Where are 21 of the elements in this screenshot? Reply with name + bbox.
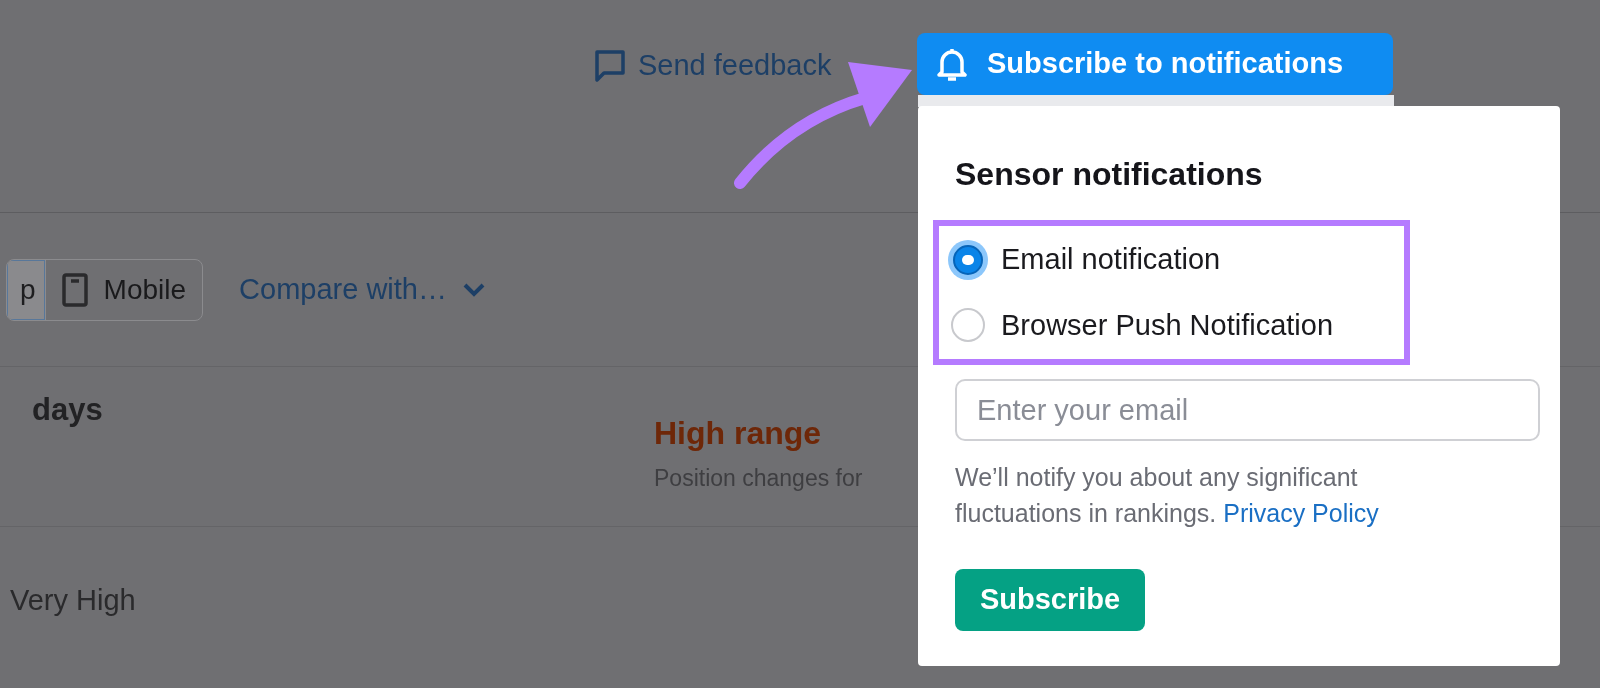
notification-option[interactable]: Email notification [951,238,1404,282]
device-tab[interactable]: p [7,259,45,320]
popup-title: Sensor notifications [955,155,1264,194]
level-label: Very High [10,584,136,616]
period-title: days [32,391,103,429]
compare-dropdown[interactable]: Compare with… [239,267,485,312]
notification-option[interactable]: Browser Push Notification [951,303,1404,347]
subscribe-notifications-button[interactable]: Subscribe to notifications [917,33,1393,95]
phone-icon [61,272,88,307]
email-field[interactable]: Enter your email [955,379,1540,441]
subscribe-button[interactable]: Subscribe [955,569,1145,631]
chat-icon [594,48,626,83]
device-tab[interactable]: Mobile [44,259,203,320]
chevron-down-icon [462,282,485,297]
notification-note: We’ll notify you about any significant fluctuations in rankings. Privacy Policy [955,462,1380,529]
radio-button[interactable] [951,308,985,343]
send-feedback-link[interactable]: Send feedback [594,44,832,88]
privacy-policy-link[interactable]: Privacy Policy [1223,499,1379,527]
range-title: High range [654,414,822,453]
bell-icon [937,46,967,82]
radio-button[interactable] [948,239,988,280]
